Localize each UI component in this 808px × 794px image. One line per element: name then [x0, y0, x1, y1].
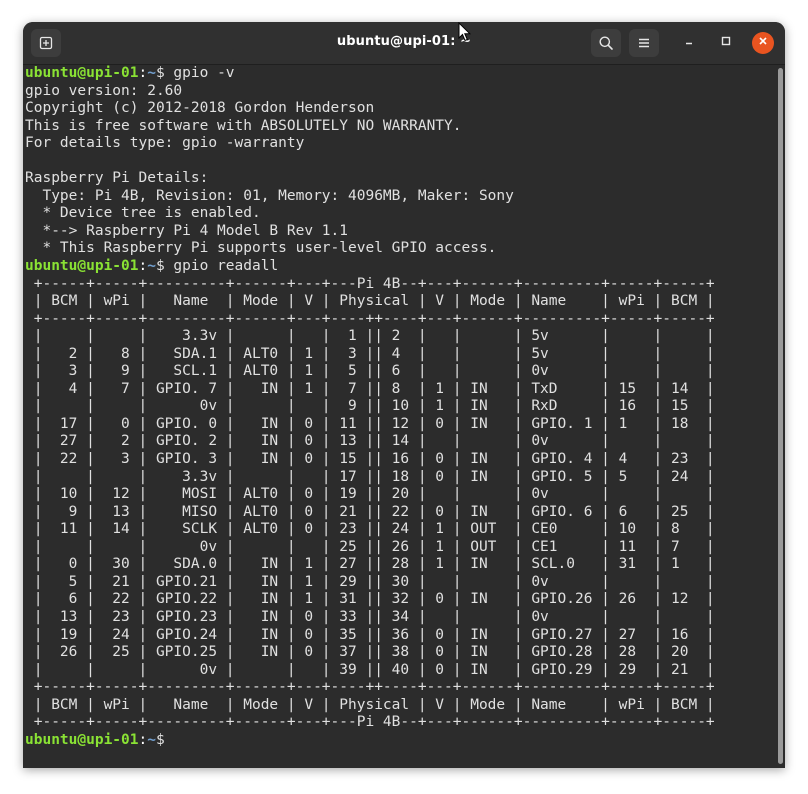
terminal-output[interactable]: ubuntu@upi-01:~$ gpio -v gpio version: 2.…	[23, 65, 771, 768]
maximize-button[interactable]	[715, 32, 737, 54]
output-line: +-----+-----+---------+------+---+----++…	[25, 679, 715, 696]
mouse-pointer-icon	[458, 21, 472, 47]
output-line: This is free software with ABSOLUTELY NO…	[25, 117, 462, 134]
prompt-path: ~	[147, 731, 156, 748]
output-line: | 0 | 30 | SDA.0 | IN | 1 | 27 || 28 | 1…	[25, 556, 715, 573]
output-line: | 19 | 24 | GPIO.24 | IN | 0 | 35 || 36 …	[25, 626, 715, 643]
menu-button[interactable]	[629, 29, 659, 57]
output-line: | 4 | 7 | GPIO. 7 | IN | 1 | 7 || 8 | 1 …	[25, 380, 715, 397]
output-line: | 5 | 21 | GPIO.21 | IN | 1 | 29 || 30 |…	[25, 573, 715, 590]
search-button[interactable]	[591, 29, 621, 57]
close-button[interactable]	[752, 32, 774, 54]
output-line: | | | 0v | | | 9 || 10 | 1 | IN | RxD | …	[25, 398, 715, 415]
prompt-separator: :	[138, 731, 148, 748]
output-line: | 6 | 22 | GPIO.22 | IN | 1 | 31 || 32 |…	[25, 591, 715, 608]
output-line: *--> Raspberry Pi 4 Model B Rev 1.1	[25, 222, 349, 239]
minimize-button[interactable]	[678, 32, 700, 54]
output-line: * This Raspberry Pi supports user-level …	[25, 240, 497, 257]
prompt-command: $ gpio readall	[155, 258, 279, 275]
output-line: | 27 | 2 | GPIO. 2 | IN | 0 | 13 || 14 |…	[25, 433, 715, 450]
output-line: +-----+-----+---------+------+---+---Pi …	[25, 275, 715, 292]
output-line: | 9 | 13 | MISO | ALT0 | 0 | 21 || 22 | …	[25, 503, 715, 520]
output-line: Raspberry Pi Details:	[25, 170, 209, 187]
output-line: | BCM | wPi | Name | Mode | V | Physical…	[25, 696, 715, 713]
output-line: | | | 0v | | | 25 || 26 | 1 | OUT | CE1 …	[25, 538, 715, 555]
prompt-path: ~	[147, 65, 156, 81]
prompt-user-host: ubuntu@upi-01	[25, 65, 139, 81]
output-line: | 11 | 14 | SCLK | ALT0 | 0 | 23 || 24 |…	[25, 521, 715, 538]
prompt-line: ubuntu@upi-01:~$ gpio readall	[23, 258, 771, 276]
output-line: +-----+-----+---------+------+---+---Pi …	[25, 714, 715, 731]
output-line: | 22 | 3 | GPIO. 3 | IN | 0 | 15 || 16 |…	[25, 451, 715, 468]
output-line: gpio version: 2.60	[25, 82, 183, 99]
output-line: | BCM | wPi | Name | Mode | V | Physical…	[25, 293, 715, 310]
prompt-user-host: ubuntu@upi-01	[25, 731, 139, 748]
prompt-separator: :	[138, 258, 148, 275]
output-line: For details type: gpio -warranty	[25, 135, 305, 152]
output-line: | 13 | 23 | GPIO.23 | IN | 0 | 33 || 34 …	[25, 608, 715, 625]
prompt-command: $ gpio -v	[155, 65, 235, 81]
title-bar[interactable]: ubuntu@upi-01: ~	[23, 22, 785, 65]
output-line: | | | 3.3v | | | 17 || 18 | 0 | IN | GPI…	[25, 468, 715, 485]
output-line: Copyright (c) 2012-2018 Gordon Henderson	[25, 100, 375, 117]
close-icon	[757, 34, 769, 52]
prompt-separator: :	[138, 65, 148, 81]
output-line: | 17 | 0 | GPIO. 0 | IN | 0 | 11 || 12 |…	[25, 415, 715, 432]
minimize-icon	[683, 34, 695, 52]
output-line: | 3 | 9 | SCL.1 | ALT0 | 1 | 5 || 6 | | …	[25, 363, 715, 380]
output-line: | 2 | 8 | SDA.1 | ALT0 | 1 | 3 || 4 | | …	[25, 345, 715, 362]
vertical-scrollbar[interactable]	[778, 68, 783, 764]
output-line: | | | 3.3v | | | 1 || 2 | | | 5v | | |	[25, 328, 715, 345]
prompt-line: ubuntu@upi-01:~$ gpio -v	[23, 65, 771, 83]
prompt-line: ubuntu@upi-01:~$	[23, 732, 771, 750]
output-line: | | | 0v | | | 39 || 40 | 0 | IN | GPIO.…	[25, 661, 715, 678]
output-line: | 26 | 25 | GPIO.25 | IN | 0 | 37 || 38 …	[25, 644, 715, 661]
terminal-window: ubuntu@upi-01: ~ ubuntu@upi-01:~$ gpio -…	[23, 22, 785, 768]
output-line: * Device tree is enabled.	[25, 205, 261, 222]
output-line: +-----+-----+---------+------+---+----++…	[25, 310, 715, 327]
maximize-icon	[720, 34, 732, 52]
prompt-user-host: ubuntu@upi-01	[25, 258, 139, 275]
search-icon	[598, 35, 614, 51]
prompt-command: $	[155, 731, 174, 748]
output-line: | 10 | 12 | MOSI | ALT0 | 0 | 19 || 20 |…	[25, 486, 715, 503]
output-line: Type: Pi 4B, Revision: 01, Memory: 4096M…	[25, 187, 514, 204]
window-title: ubuntu@upi-01: ~	[336, 34, 472, 49]
prompt-path: ~	[147, 258, 156, 275]
hamburger-menu-icon	[636, 35, 652, 51]
